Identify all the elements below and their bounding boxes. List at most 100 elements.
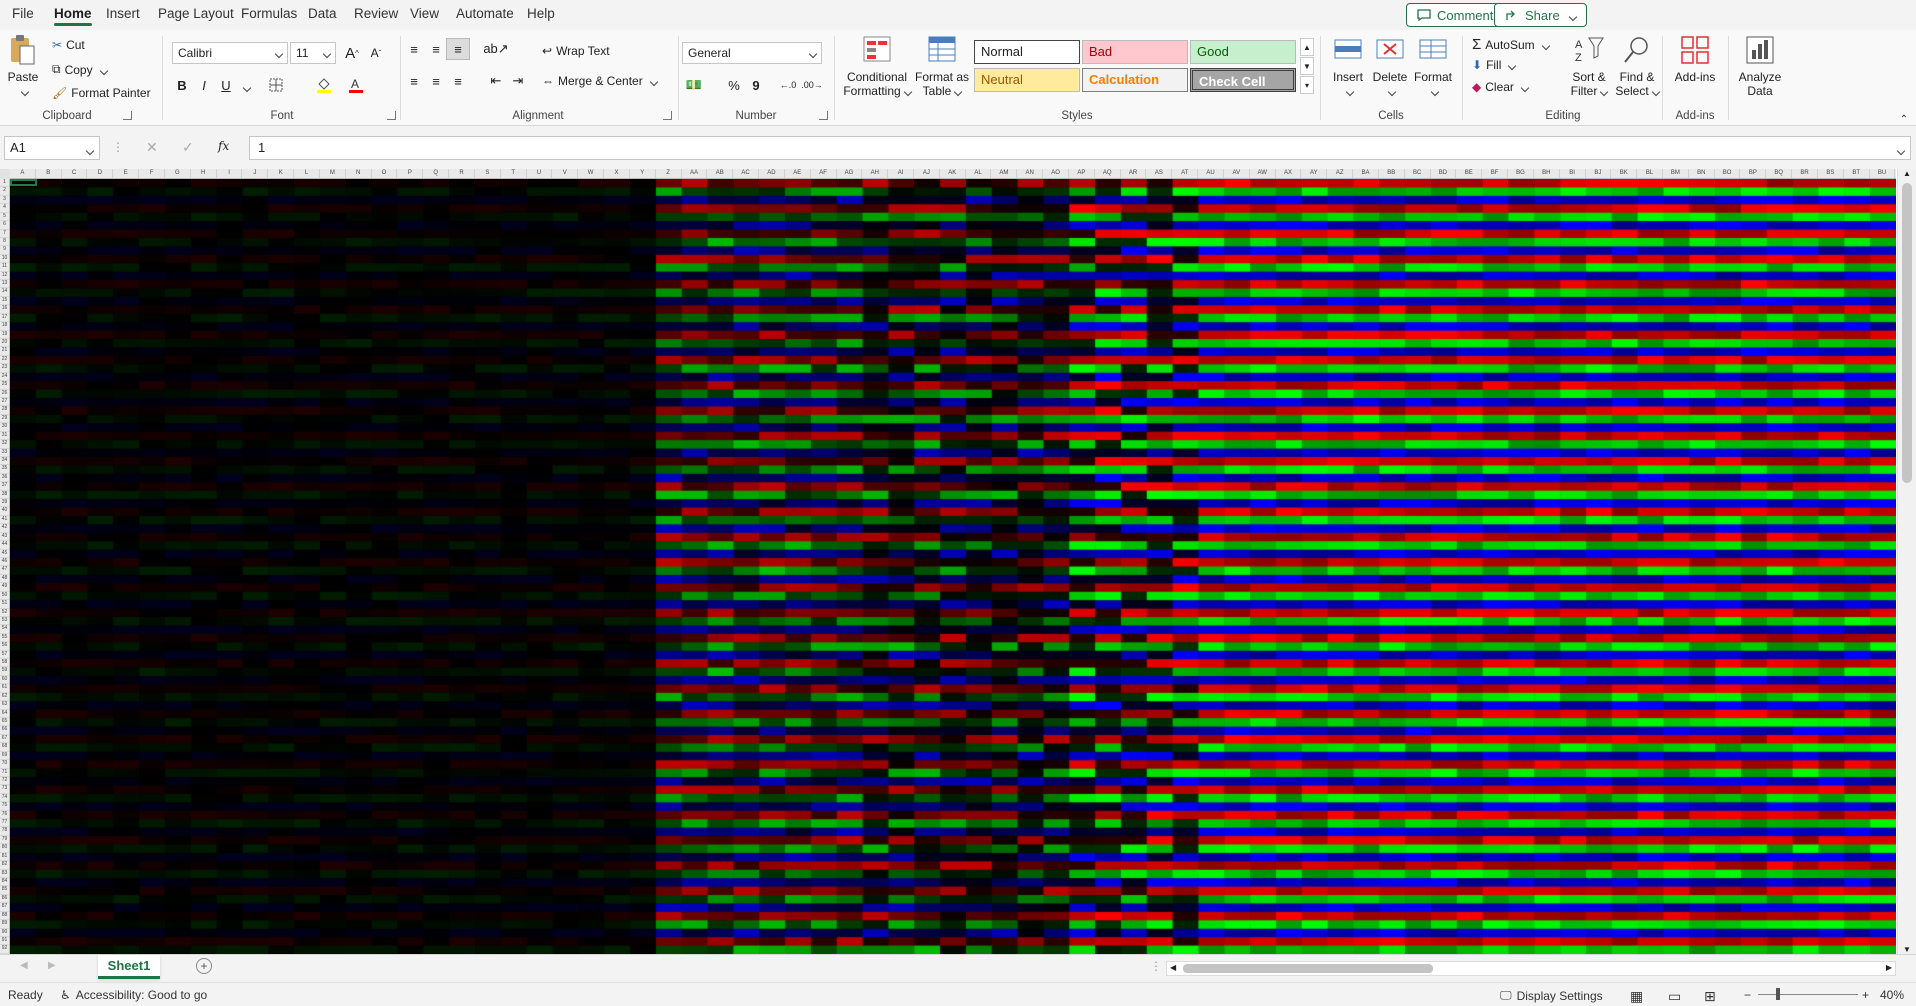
column-header[interactable]: AL: [966, 169, 992, 178]
row-header[interactable]: 68: [0, 743, 9, 752]
row-header[interactable]: 73: [0, 785, 9, 794]
row-header[interactable]: 41: [0, 516, 9, 525]
row-header[interactable]: 56: [0, 642, 9, 651]
row-header[interactable]: 29: [0, 415, 9, 424]
paste-button[interactable]: Paste: [8, 34, 38, 98]
styles-scroll-up-icon[interactable]: ▲: [1300, 38, 1314, 56]
row-header[interactable]: 40: [0, 507, 9, 516]
column-header[interactable]: BU: [1870, 169, 1896, 178]
delete-cells-button[interactable]: Delete: [1370, 34, 1410, 98]
column-header[interactable]: AI: [888, 169, 914, 178]
row-header[interactable]: 91: [0, 937, 9, 946]
row-header[interactable]: 37: [0, 482, 9, 491]
column-header[interactable]: AU: [1198, 169, 1224, 178]
column-header[interactable]: AD: [759, 169, 785, 178]
row-header[interactable]: 16: [0, 305, 9, 314]
borders-button[interactable]: [264, 74, 288, 96]
column-header[interactable]: AH: [862, 169, 889, 178]
row-header[interactable]: 57: [0, 651, 9, 660]
column-header[interactable]: O: [372, 169, 398, 178]
style-normal[interactable]: Normal: [974, 40, 1080, 64]
row-header[interactable]: 7: [0, 230, 9, 238]
cells-area[interactable]: [10, 179, 1896, 954]
column-header[interactable]: AV: [1224, 169, 1250, 178]
column-header[interactable]: AQ: [1095, 169, 1121, 178]
row-header[interactable]: 59: [0, 667, 9, 676]
row-header[interactable]: 32: [0, 440, 9, 449]
row-header[interactable]: 86: [0, 895, 9, 904]
comma-button[interactable]: 9: [744, 74, 768, 96]
underline-button[interactable]: U: [214, 74, 238, 96]
row-header[interactable]: 4: [0, 204, 9, 213]
row-header[interactable]: 36: [0, 474, 9, 483]
tab-home[interactable]: Home: [54, 6, 92, 26]
column-header[interactable]: AB: [707, 169, 734, 178]
align-bottom-icon[interactable]: ≡: [446, 38, 470, 60]
column-header[interactable]: G: [165, 169, 191, 178]
row-header[interactable]: 70: [0, 760, 9, 769]
row-header[interactable]: 82: [0, 861, 9, 870]
row-header[interactable]: 54: [0, 625, 9, 634]
column-header[interactable]: BK: [1611, 169, 1638, 178]
row-header[interactable]: 1: [0, 179, 9, 188]
row-header[interactable]: 18: [0, 322, 9, 331]
scroll-up-icon[interactable]: ▲: [1903, 169, 1911, 178]
column-header[interactable]: BB: [1379, 169, 1405, 178]
row-header[interactable]: 3: [0, 196, 9, 205]
italic-button[interactable]: I: [192, 74, 216, 96]
font-size-select[interactable]: 11: [290, 42, 336, 64]
column-header[interactable]: E: [113, 169, 140, 178]
style-bad[interactable]: Bad: [1082, 40, 1188, 64]
merge-center-button[interactable]: ⇔ Merge & Center: [542, 74, 657, 88]
copy-button[interactable]: ⧉ Copy: [52, 62, 107, 77]
row-header[interactable]: 43: [0, 533, 9, 542]
row-header[interactable]: 53: [0, 617, 9, 626]
style-calculation[interactable]: Calculation: [1082, 68, 1188, 92]
column-header[interactable]: BI: [1560, 169, 1586, 178]
orientation-icon[interactable]: ab↗: [483, 38, 508, 60]
decrease-indent-icon[interactable]: ⇤: [484, 70, 508, 92]
row-header[interactable]: 28: [0, 406, 9, 415]
format-cells-button[interactable]: Format: [1412, 34, 1454, 98]
wrap-text-button[interactable]: ↩ Wrap Text: [542, 44, 610, 58]
style-neutral[interactable]: Neutral: [974, 68, 1080, 92]
align-right-icon[interactable]: ≡: [446, 70, 470, 92]
fill-color-button[interactable]: [312, 74, 336, 96]
column-header[interactable]: AG: [837, 169, 863, 178]
row-header[interactable]: 21: [0, 347, 9, 356]
sheet-tab-sheet1[interactable]: Sheet1: [98, 955, 160, 979]
column-header[interactable]: BL: [1637, 169, 1663, 178]
row-header[interactable]: 20: [0, 339, 9, 348]
row-header[interactable]: 69: [0, 752, 9, 761]
page-layout-view-icon[interactable]: ▭: [1668, 988, 1681, 1005]
add-sheet-icon[interactable]: +: [196, 958, 212, 974]
tab-page-layout[interactable]: Page Layout: [158, 6, 234, 21]
zoom-in-icon[interactable]: +: [1862, 988, 1869, 1002]
column-header[interactable]: L: [294, 169, 320, 178]
row-header[interactable]: 34: [0, 457, 9, 466]
column-header[interactable]: AZ: [1327, 169, 1354, 178]
share-button[interactable]: Share: [1494, 3, 1587, 27]
row-header[interactable]: 61: [0, 684, 9, 693]
fill-button[interactable]: ⬇ Fill: [1472, 58, 1515, 72]
row-header[interactable]: 85: [0, 886, 9, 895]
align-left-icon[interactable]: ≡: [402, 70, 426, 92]
column-header[interactable]: V: [552, 169, 579, 178]
column-header[interactable]: B: [36, 169, 62, 178]
collapse-ribbon-icon[interactable]: ⌃: [1892, 108, 1916, 130]
row-header[interactable]: 23: [0, 364, 9, 373]
row-header[interactable]: 90: [0, 929, 9, 937]
increase-indent-icon[interactable]: ⇥: [506, 70, 530, 92]
style-good[interactable]: Good: [1190, 40, 1296, 64]
row-header[interactable]: 31: [0, 432, 9, 441]
column-header[interactable]: BG: [1508, 169, 1534, 178]
select-all-corner[interactable]: [0, 169, 10, 179]
column-header[interactable]: F: [139, 169, 165, 178]
row-header[interactable]: 55: [0, 634, 9, 643]
row-header[interactable]: 52: [0, 609, 9, 617]
row-header[interactable]: 71: [0, 769, 9, 777]
column-header[interactable]: AM: [991, 169, 1018, 178]
row-header[interactable]: 60: [0, 676, 9, 685]
row-header[interactable]: 30: [0, 423, 9, 432]
column-header[interactable]: A: [10, 169, 36, 178]
